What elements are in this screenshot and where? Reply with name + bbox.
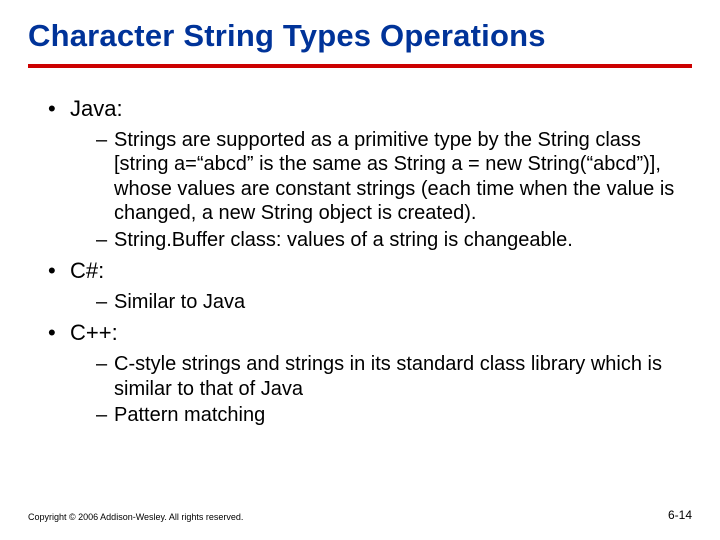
bullet-cpp: C++: C-style strings and strings in its … [48,320,692,427]
footer-page-number: 6-14 [668,508,692,522]
bullet-java: Java: Strings are supported as a primiti… [48,96,692,252]
slide-title: Character String Types Operations [28,18,692,54]
bullet-csharp: C#: Similar to Java [48,258,692,314]
list-item: Similar to Java [96,290,692,314]
list-item: C-style strings and strings in its stand… [96,352,692,401]
sublist-cpp: C-style strings and strings in its stand… [70,352,692,427]
title-rule [28,64,692,68]
sublist-java: Strings are supported as a primitive typ… [70,128,692,252]
slide: Character String Types Operations Java: … [0,0,720,428]
list-item: String.Buffer class: values of a string … [96,228,692,252]
list-item: Strings are supported as a primitive typ… [96,128,692,226]
bullet-cpp-label: C++: [70,320,118,345]
footer-copyright: Copyright © 2006 Addison-Wesley. All rig… [28,512,243,522]
list-item: Pattern matching [96,403,692,427]
bullet-java-label: Java: [70,96,123,121]
bullet-list: Java: Strings are supported as a primiti… [28,96,692,428]
sublist-csharp: Similar to Java [70,290,692,314]
bullet-csharp-label: C#: [70,258,104,283]
